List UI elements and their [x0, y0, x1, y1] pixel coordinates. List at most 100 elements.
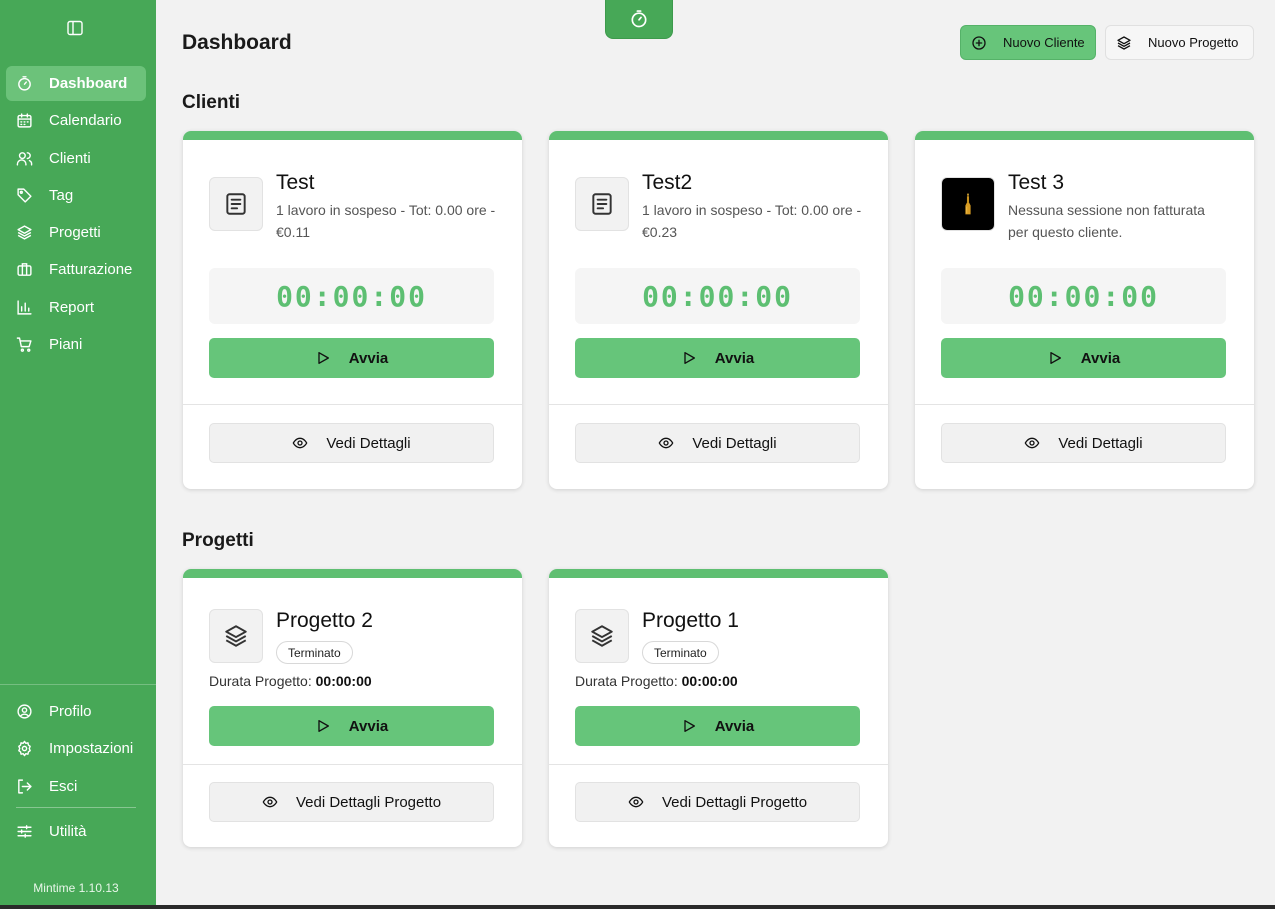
project-avatar — [209, 609, 263, 663]
layers-icon — [1117, 35, 1131, 50]
play-icon — [684, 352, 695, 364]
sidebar-item-report[interactable]: Report — [6, 290, 146, 325]
status-badge: Terminato — [642, 641, 719, 664]
start-label: Avvia — [348, 717, 389, 735]
view-details-button[interactable]: Vedi Dettagli — [209, 423, 494, 463]
sidebar-item-esci[interactable]: Esci — [6, 769, 146, 804]
client-logo — [941, 177, 995, 231]
client-card: Test 3 Nessuna sessione non fatturata pe… — [915, 131, 1254, 489]
start-timer-button[interactable]: Avvia — [209, 338, 494, 378]
sidebar-item-tag[interactable]: Tag — [6, 178, 146, 213]
card-accent-bar — [549, 569, 888, 578]
client-timer: 00:00:00 — [941, 268, 1226, 324]
client-timer: 00:00:00 — [575, 268, 860, 324]
project-name: Progetto 1 — [642, 609, 739, 632]
new-project-button[interactable]: Nuovo Progetto — [1105, 25, 1254, 60]
sidebar-item-label: Progetti — [49, 224, 101, 242]
card-accent-bar — [549, 131, 888, 140]
bar-chart-icon — [17, 300, 32, 315]
sidebar-item-label: Dashboard — [49, 75, 128, 92]
play-icon — [1050, 352, 1061, 364]
layers-icon — [17, 225, 32, 240]
sidebar-item-utilita[interactable]: Utilità — [6, 814, 146, 849]
client-summary: Nessuna sessione non fatturata per quest… — [1008, 202, 1205, 240]
sidebar-item-fatturazione[interactable]: Fatturazione — [6, 252, 146, 287]
client-avatar — [575, 177, 629, 231]
details-label: Vedi Dettagli — [692, 434, 777, 452]
status-badge: Terminato — [276, 641, 353, 664]
sidebar-item-progetti[interactable]: Progetti — [6, 215, 146, 250]
eye-icon — [292, 437, 308, 449]
new-client-label: Nuovo Cliente — [1003, 35, 1085, 50]
start-timer-button[interactable]: Avvia — [575, 338, 860, 378]
project-duration: Durata Progetto: 00:00:00 — [575, 673, 738, 689]
sidebar-item-impostazioni[interactable]: Impostazioni — [6, 731, 146, 766]
project-card: Progetto 1 Terminato Durata Progetto: 00… — [549, 569, 888, 847]
duration-label: Durata Progetto: — [209, 673, 312, 689]
view-project-details-button[interactable]: Vedi Dettagli Progetto — [209, 782, 494, 822]
sidebar-item-label: Piani — [49, 336, 83, 354]
sidebar-item-label: Clienti — [49, 149, 91, 167]
client-name: Test — [276, 171, 315, 194]
stopwatch-icon — [18, 76, 31, 91]
sidebar-item-label: Utilità — [49, 822, 87, 840]
card-divider — [549, 404, 888, 405]
briefcase-icon — [17, 263, 32, 277]
sidebar-toggle-icon[interactable] — [66, 19, 84, 37]
sidebar-item-piani[interactable]: Piani — [6, 327, 146, 362]
start-label: Avvia — [714, 349, 755, 367]
play-icon — [318, 720, 329, 732]
app-version: Mintime 1.10.13 — [33, 881, 119, 895]
bottle-logo-icon — [955, 191, 981, 217]
sidebar-item-label: Esci — [49, 777, 78, 795]
start-timer-button[interactable]: Avvia — [941, 338, 1226, 378]
calendar-icon — [17, 113, 32, 128]
start-project-button[interactable]: Avvia — [209, 706, 494, 746]
sidebar-item-calendario[interactable]: Calendario — [6, 103, 146, 138]
duration-value: 00:00:00 — [315, 673, 372, 689]
document-icon — [226, 193, 246, 215]
floating-timer-button[interactable] — [605, 0, 673, 39]
stopwatch-icon — [631, 10, 647, 28]
new-client-button[interactable]: Nuovo Cliente — [960, 25, 1096, 60]
client-summary: 1 lavoro in sospeso - Tot: 0.00 ore - €0… — [642, 202, 862, 240]
view-project-details-button[interactable]: Vedi Dettagli Progetto — [575, 782, 860, 822]
project-name: Progetto 2 — [276, 609, 373, 632]
client-card: Test 1 lavoro in sospeso - Tot: 0.00 ore… — [183, 131, 522, 489]
sidebar-item-label: Report — [49, 298, 95, 316]
view-details-button[interactable]: Vedi Dettagli — [575, 423, 860, 463]
project-avatar — [575, 609, 629, 663]
eye-icon — [628, 796, 644, 808]
sidebar-item-label: Tag — [49, 186, 74, 204]
sidebar: Dashboard Calendario Clienti Tag Progett… — [0, 0, 156, 909]
sidebar-item-dashboard[interactable]: Dashboard — [6, 66, 146, 101]
duration-value: 00:00:00 — [681, 673, 738, 689]
project-duration: Durata Progetto: 00:00:00 — [209, 673, 372, 689]
start-label: Avvia — [1080, 349, 1121, 367]
gear-icon — [18, 741, 31, 757]
card-divider — [549, 764, 888, 765]
client-avatar — [209, 177, 263, 231]
play-icon — [684, 720, 695, 732]
card-accent-bar — [183, 569, 522, 578]
sidebar-item-profilo[interactable]: Profilo — [6, 694, 146, 729]
sidebar-item-label: Profilo — [49, 703, 92, 720]
logout-icon — [18, 779, 32, 794]
start-label: Avvia — [348, 349, 389, 367]
view-details-button[interactable]: Vedi Dettagli — [941, 423, 1226, 463]
card-accent-bar — [183, 131, 522, 140]
user-circle-icon — [17, 704, 32, 719]
eye-icon — [1024, 437, 1040, 449]
page-title: Dashboard — [182, 31, 292, 54]
new-project-label: Nuovo Progetto — [1148, 35, 1239, 50]
details-label: Vedi Dettagli Progetto — [661, 793, 808, 811]
sidebar-item-clienti[interactable]: Clienti — [6, 141, 146, 176]
sidebar-nav: Dashboard Calendario Clienti Tag Progett… — [6, 66, 146, 364]
card-divider — [183, 764, 522, 765]
client-name: Test 3 — [1008, 171, 1065, 194]
tag-icon — [17, 188, 32, 203]
sidebar-item-label: Impostazioni — [49, 740, 134, 758]
duration-label: Durata Progetto: — [575, 673, 678, 689]
start-label: Avvia — [714, 717, 755, 735]
start-project-button[interactable]: Avvia — [575, 706, 860, 746]
